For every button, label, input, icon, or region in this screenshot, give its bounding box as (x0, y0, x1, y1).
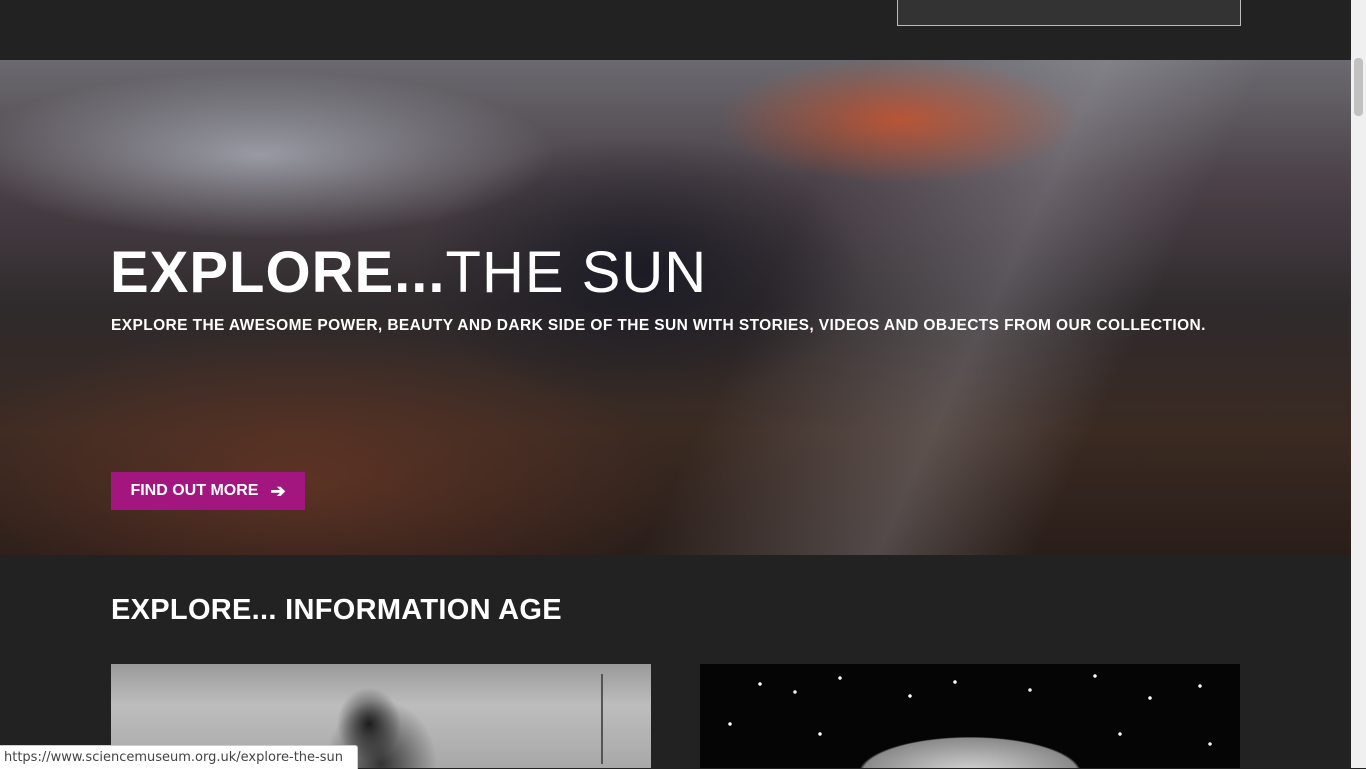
find-out-more-button[interactable]: FIND OUT MORE ➔ (111, 472, 305, 510)
find-out-more-label: FIND OUT MORE (130, 482, 259, 499)
scrollbar-thumb[interactable] (1354, 58, 1363, 116)
arrow-right-icon: ➔ (270, 481, 286, 501)
card-image-globe[interactable] (700, 664, 1240, 768)
hero-subtitle: EXPLORE THE AWESOME POWER, BEAUTY AND DA… (111, 317, 1206, 334)
hero-title-light: THE SUN (445, 240, 708, 305)
card-image-detail (601, 674, 603, 764)
search-input[interactable] (897, 0, 1241, 26)
hero-title-strong: EXPLORE... (110, 240, 446, 305)
section-title: EXPLORE... INFORMATION AGE (111, 594, 562, 626)
status-bar-url: https://www.sciencemuseum.org.uk/explore… (0, 745, 358, 769)
page-scrollbar[interactable] (1351, 0, 1366, 768)
hero-title: EXPLORE...THE SUN (110, 238, 707, 308)
top-bar (0, 0, 1351, 60)
hero-banner[interactable]: EXPLORE...THE SUN EXPLORE THE AWESOME PO… (0, 60, 1351, 555)
